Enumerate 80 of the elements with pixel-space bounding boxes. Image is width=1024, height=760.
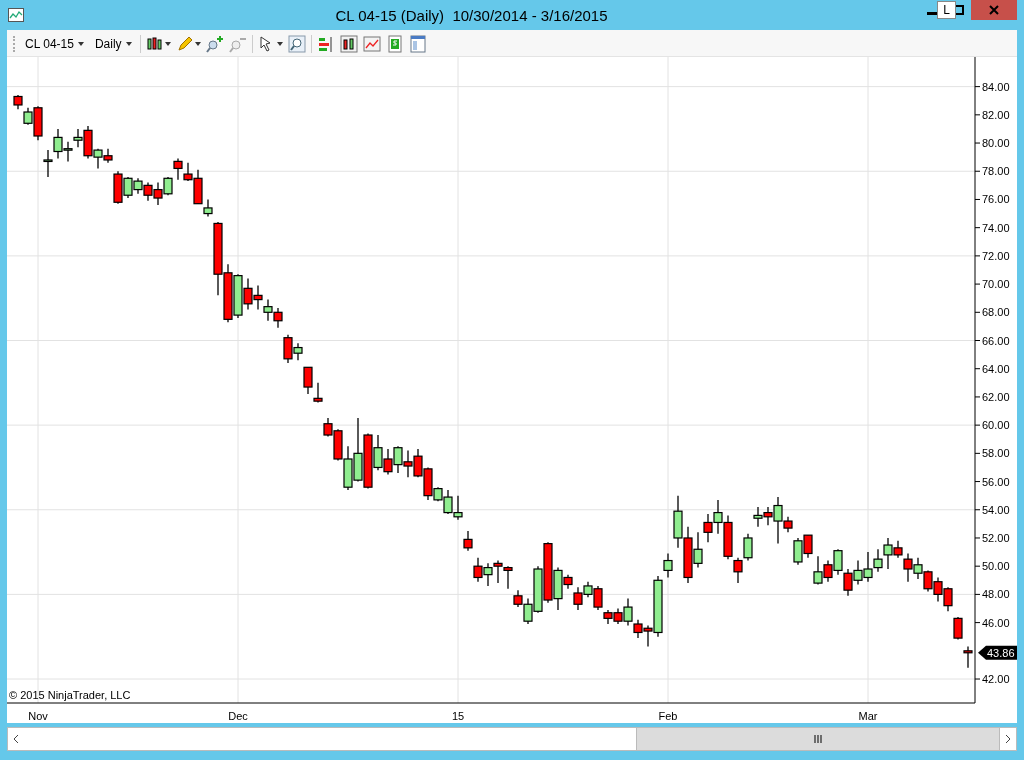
axis-label: 48.00 [982, 588, 1010, 601]
bars-icon [339, 35, 358, 53]
axis-label: 15 [451, 710, 465, 722]
bars-button[interactable] [339, 35, 358, 53]
candlestick [873, 548, 883, 573]
zoom-in-button[interactable] [205, 35, 224, 53]
candlestick [173, 157, 183, 181]
window-button[interactable] [408, 35, 427, 53]
pencil-button[interactable] [175, 35, 201, 53]
window-title: CL 04-15 (Daily) 10/30/2014 - 3/16/2015 [334, 6, 609, 24]
axis-label: 58.00 [982, 447, 1010, 460]
axis-label: Dec [228, 710, 248, 722]
pencil-icon [175, 35, 194, 53]
window-icon [408, 35, 427, 53]
caret-icon [77, 42, 84, 46]
minimize-icon [927, 12, 937, 15]
close-button[interactable] [971, 0, 1017, 20]
candlestick [313, 382, 323, 404]
candlestick [743, 533, 753, 562]
candlestick [503, 565, 513, 590]
scrollbar[interactable] [7, 727, 1017, 751]
axis-label: 82.00 [982, 108, 1010, 121]
axis-label: 52.00 [982, 531, 1010, 544]
chevron-left-icon [13, 734, 19, 744]
candlestick [43, 149, 53, 178]
axis-label: 84.00 [982, 80, 1010, 93]
candlestick [493, 559, 503, 584]
candlestick-icon [145, 35, 164, 53]
grip-icon [814, 735, 822, 743]
axis-label: Mar [858, 710, 878, 722]
axis-label: 62.00 [982, 390, 1010, 403]
instrument-dropdown[interactable]: CL 04-15 [22, 37, 87, 51]
line-chart-button[interactable] [362, 35, 381, 53]
axis-label: 42.00 [982, 673, 1010, 685]
caret-icon [276, 42, 283, 46]
caret-icon [125, 42, 132, 46]
axis-label: 70.00 [982, 278, 1010, 291]
price-marker: 43.86 [978, 645, 1017, 660]
candlestick [463, 530, 473, 552]
axis-label: 78.00 [982, 165, 1010, 178]
axis-label: 80.00 [982, 137, 1010, 150]
candlestick [953, 616, 963, 641]
dollar-button[interactable] [385, 35, 404, 53]
indicators-icon [316, 35, 335, 53]
close-icon [989, 5, 999, 15]
tooltip: L [937, 1, 956, 19]
caret-icon [164, 42, 171, 46]
indicators-button[interactable] [316, 35, 335, 53]
candlestick [303, 366, 313, 395]
axis-label: Nov [28, 710, 48, 722]
axis-label: 66.00 [982, 334, 1010, 347]
axis-label: 46.00 [982, 616, 1010, 629]
axis-label: 72.00 [982, 249, 1010, 262]
chart-icon [8, 8, 24, 22]
candlestick [733, 557, 743, 584]
zoom-out-icon [228, 35, 247, 53]
chevron-right-icon [1005, 734, 1011, 744]
candlestick [663, 552, 673, 579]
interval-dropdown[interactable]: Daily [91, 37, 135, 51]
axis-label: 56.00 [982, 475, 1010, 488]
search-icon [287, 35, 306, 53]
axis-label: 68.00 [982, 306, 1010, 319]
axis-label: Feb [658, 710, 678, 722]
candlestick [203, 198, 213, 218]
caret-icon [194, 42, 201, 46]
dollar-icon [385, 35, 404, 53]
line-chart-icon [362, 35, 381, 53]
axis-label: 50.00 [982, 560, 1010, 573]
axis-label: 54.00 [982, 503, 1010, 516]
axis-label: 64.00 [982, 362, 1010, 375]
search-button[interactable] [287, 35, 306, 53]
zoom-in-icon [205, 35, 224, 53]
axis-label: 60.00 [982, 419, 1010, 432]
candlestick-button[interactable] [145, 35, 171, 53]
scroll-thumb[interactable] [636, 728, 1000, 750]
cursor-button[interactable] [257, 35, 283, 53]
axis-label: 74.00 [982, 221, 1010, 234]
copyright-text: © 2015 NinjaTrader, LLC [9, 689, 131, 701]
candlestick [963, 645, 973, 669]
axis-label: 76.00 [982, 193, 1010, 206]
